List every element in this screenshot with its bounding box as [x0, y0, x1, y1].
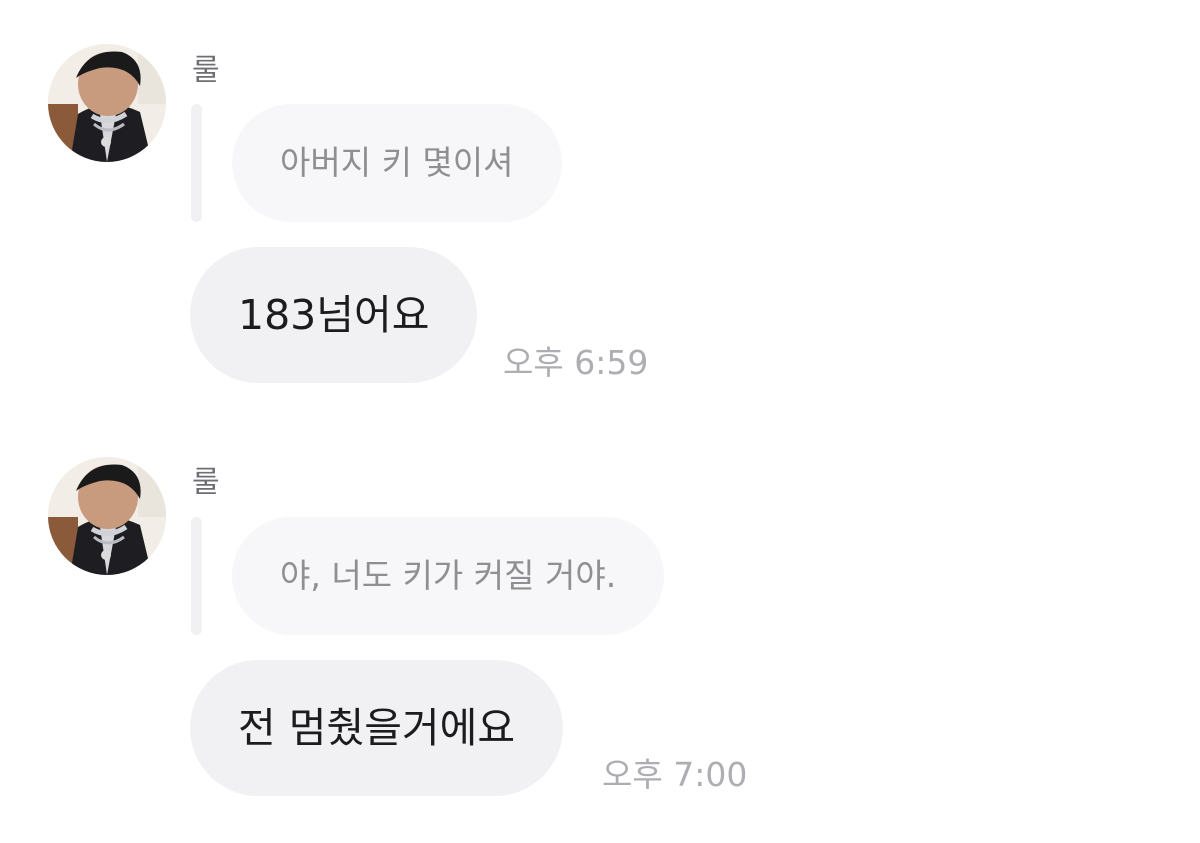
profile-photo-icon	[48, 44, 166, 162]
quoted-message-bubble[interactable]: 아버지 키 몇이셔	[232, 104, 562, 222]
message-timestamp: 오후 6:59	[503, 343, 649, 382]
message-timestamp: 오후 7:00	[602, 755, 748, 794]
avatar[interactable]	[48, 457, 166, 575]
reply-indicator	[191, 104, 202, 222]
reply-indicator	[191, 517, 202, 635]
sender-name: 룰	[192, 465, 220, 500]
message-bubble[interactable]: 183넘어요	[190, 247, 478, 383]
message-bubble[interactable]: 전 멈췄을거에요	[190, 660, 564, 796]
avatar[interactable]	[48, 44, 166, 162]
profile-photo-icon	[48, 457, 166, 575]
quoted-message-bubble[interactable]: 야, 너도 키가 커질 거야.	[232, 517, 665, 635]
sender-name: 룰	[192, 53, 220, 88]
